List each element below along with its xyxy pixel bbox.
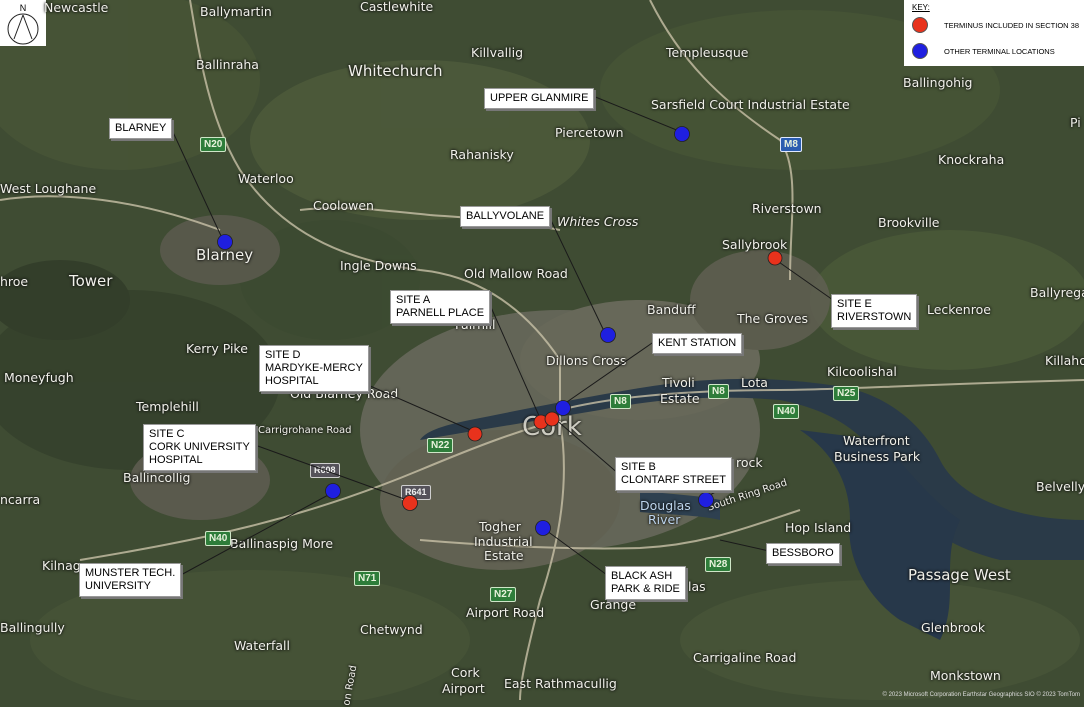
callout-site-e: SITE E RIVERSTOWN bbox=[831, 294, 918, 328]
key-item-label: TERMINUS INCLUDED IN SECTION 38 bbox=[944, 20, 1080, 30]
key-title: KEY: bbox=[912, 3, 930, 12]
callout-line: BESSBORO bbox=[772, 547, 834, 559]
callout-blarney: BLARNEY bbox=[109, 118, 173, 139]
terminal-marker-blue[interactable] bbox=[217, 234, 233, 250]
map-key: KEY: TERMINUS INCLUDED IN SECTION 38 OTH… bbox=[904, 0, 1084, 66]
callout-line: SITE B bbox=[621, 461, 656, 473]
callout-line: CORK UNIVERSITY bbox=[149, 441, 250, 453]
callout-kent-station: KENT STATION bbox=[652, 333, 743, 354]
callout-line: SITE C bbox=[149, 428, 185, 440]
callout-line: HOSPITAL bbox=[149, 454, 203, 466]
callout-bessboro: BESSBORO bbox=[766, 543, 840, 564]
blue-dot-icon bbox=[912, 43, 928, 59]
terminal-marker-blue[interactable] bbox=[325, 483, 341, 499]
callout-line: HOSPITAL bbox=[265, 375, 319, 387]
callout-line: MUNSTER TECH. bbox=[85, 567, 176, 579]
callout-line: UPPER GLANMIRE bbox=[490, 92, 589, 104]
callout-line: RIVERSTOWN bbox=[837, 311, 912, 323]
terminal-marker-red[interactable] bbox=[467, 426, 483, 442]
callout-line: CLONTARF STREET bbox=[621, 474, 726, 486]
terminal-marker-blue[interactable] bbox=[600, 327, 616, 343]
terminal-marker-red[interactable] bbox=[544, 411, 560, 427]
callout-ballyvolane: BALLYVOLANE bbox=[460, 206, 551, 227]
callout-upper-glanmire: UPPER GLANMIRE bbox=[484, 88, 595, 109]
callout-line: KENT STATION bbox=[658, 337, 737, 349]
callout-site-b: SITE B CLONTARF STREET bbox=[615, 457, 732, 491]
terminal-marker-red[interactable] bbox=[402, 495, 418, 511]
key-item-label: OTHER TERMINAL LOCATIONS bbox=[944, 46, 1055, 56]
callout-black-ash: BLACK ASH PARK & RIDE bbox=[605, 566, 686, 600]
callout-site-a: SITE A PARNELL PLACE bbox=[390, 290, 491, 324]
callout-line: MARDYKE-MERCY bbox=[265, 362, 363, 374]
key-item-terminus: TERMINUS INCLUDED IN SECTION 38 bbox=[912, 17, 1079, 33]
callout-line: BALLYVOLANE bbox=[466, 210, 545, 222]
callout-line: BLARNEY bbox=[115, 122, 167, 134]
callout-line: SITE D bbox=[265, 349, 301, 361]
callout-site-c: SITE C CORK UNIVERSITY HOSPITAL bbox=[143, 424, 256, 471]
terminal-marker-blue[interactable] bbox=[674, 126, 690, 142]
terminal-marker-red[interactable] bbox=[767, 250, 783, 266]
key-item-other: OTHER TERMINAL LOCATIONS bbox=[912, 43, 1055, 59]
callout-munster-tech: MUNSTER TECH. UNIVERSITY bbox=[79, 563, 182, 597]
callout-site-d: SITE D MARDYKE-MERCY HOSPITAL bbox=[259, 345, 369, 392]
callout-line: PARNELL PLACE bbox=[396, 307, 485, 319]
terminal-marker-blue[interactable] bbox=[555, 400, 571, 416]
terminal-marker-blue[interactable] bbox=[698, 492, 714, 508]
terminal-marker-blue[interactable] bbox=[535, 520, 551, 536]
callout-line: PARK & RIDE bbox=[611, 583, 680, 595]
red-dot-icon bbox=[912, 17, 928, 33]
callout-line: BLACK ASH bbox=[611, 570, 673, 582]
callout-line: UNIVERSITY bbox=[85, 580, 152, 592]
callout-line: SITE E bbox=[837, 298, 872, 310]
map-attribution: © 2023 Microsoft Corporation Earthstar G… bbox=[882, 692, 1081, 698]
callout-line: SITE A bbox=[396, 294, 431, 306]
